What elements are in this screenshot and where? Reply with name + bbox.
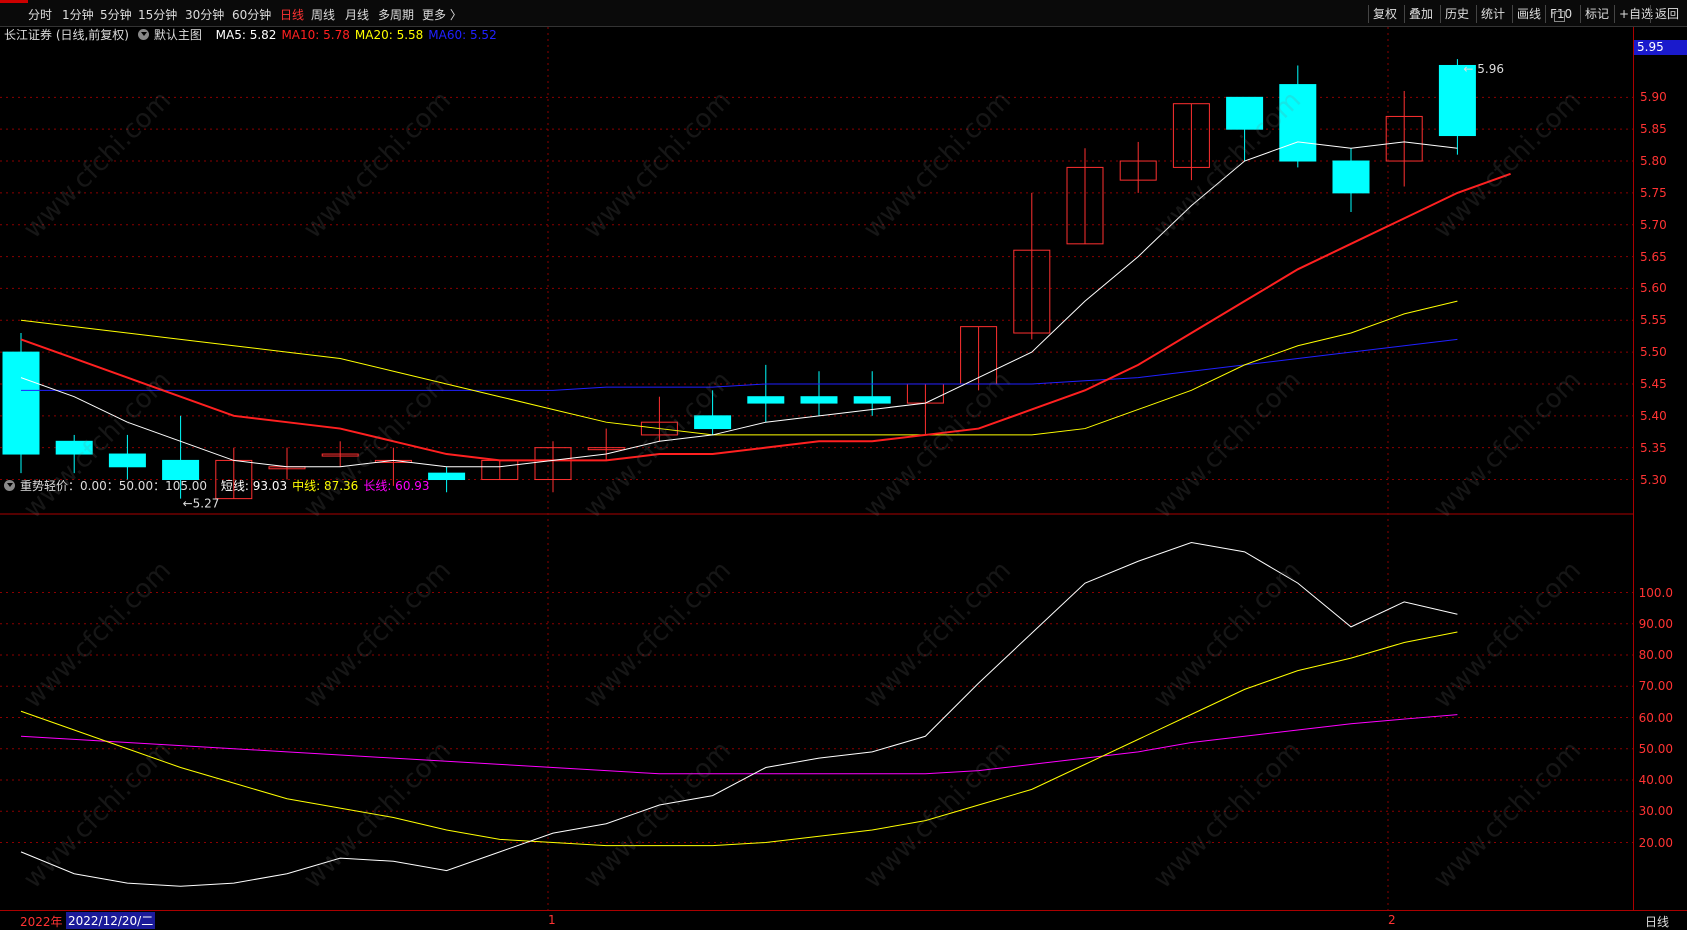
candle-body — [2, 351, 40, 455]
short-line — [20, 541, 1458, 887]
low-annotation: ←5.27 — [183, 497, 220, 511]
long-line — [20, 714, 1458, 775]
candle-body — [428, 472, 466, 481]
candle-body — [853, 396, 891, 404]
year-label: 2022年 — [20, 915, 63, 929]
month-label-2: 2 — [1388, 913, 1396, 927]
month-label-1: 1 — [548, 913, 556, 927]
time-axis: 2022年 2022/12/20/二 1 2 日线 — [0, 910, 1687, 929]
candle-body — [108, 453, 146, 468]
candle-body — [1332, 160, 1370, 194]
candle-body — [162, 459, 200, 481]
candle-body — [800, 396, 838, 404]
date-cursor: 2022/12/20/二 — [66, 912, 156, 929]
high-annotation: ← 5.96 — [1463, 62, 1504, 76]
kline-chart[interactable]: ← 5.96 ←5.27 — [0, 0, 1687, 928]
ma60-line — [21, 338, 1458, 391]
period-label: 日线 — [1645, 915, 1670, 929]
candle-body — [747, 396, 785, 404]
